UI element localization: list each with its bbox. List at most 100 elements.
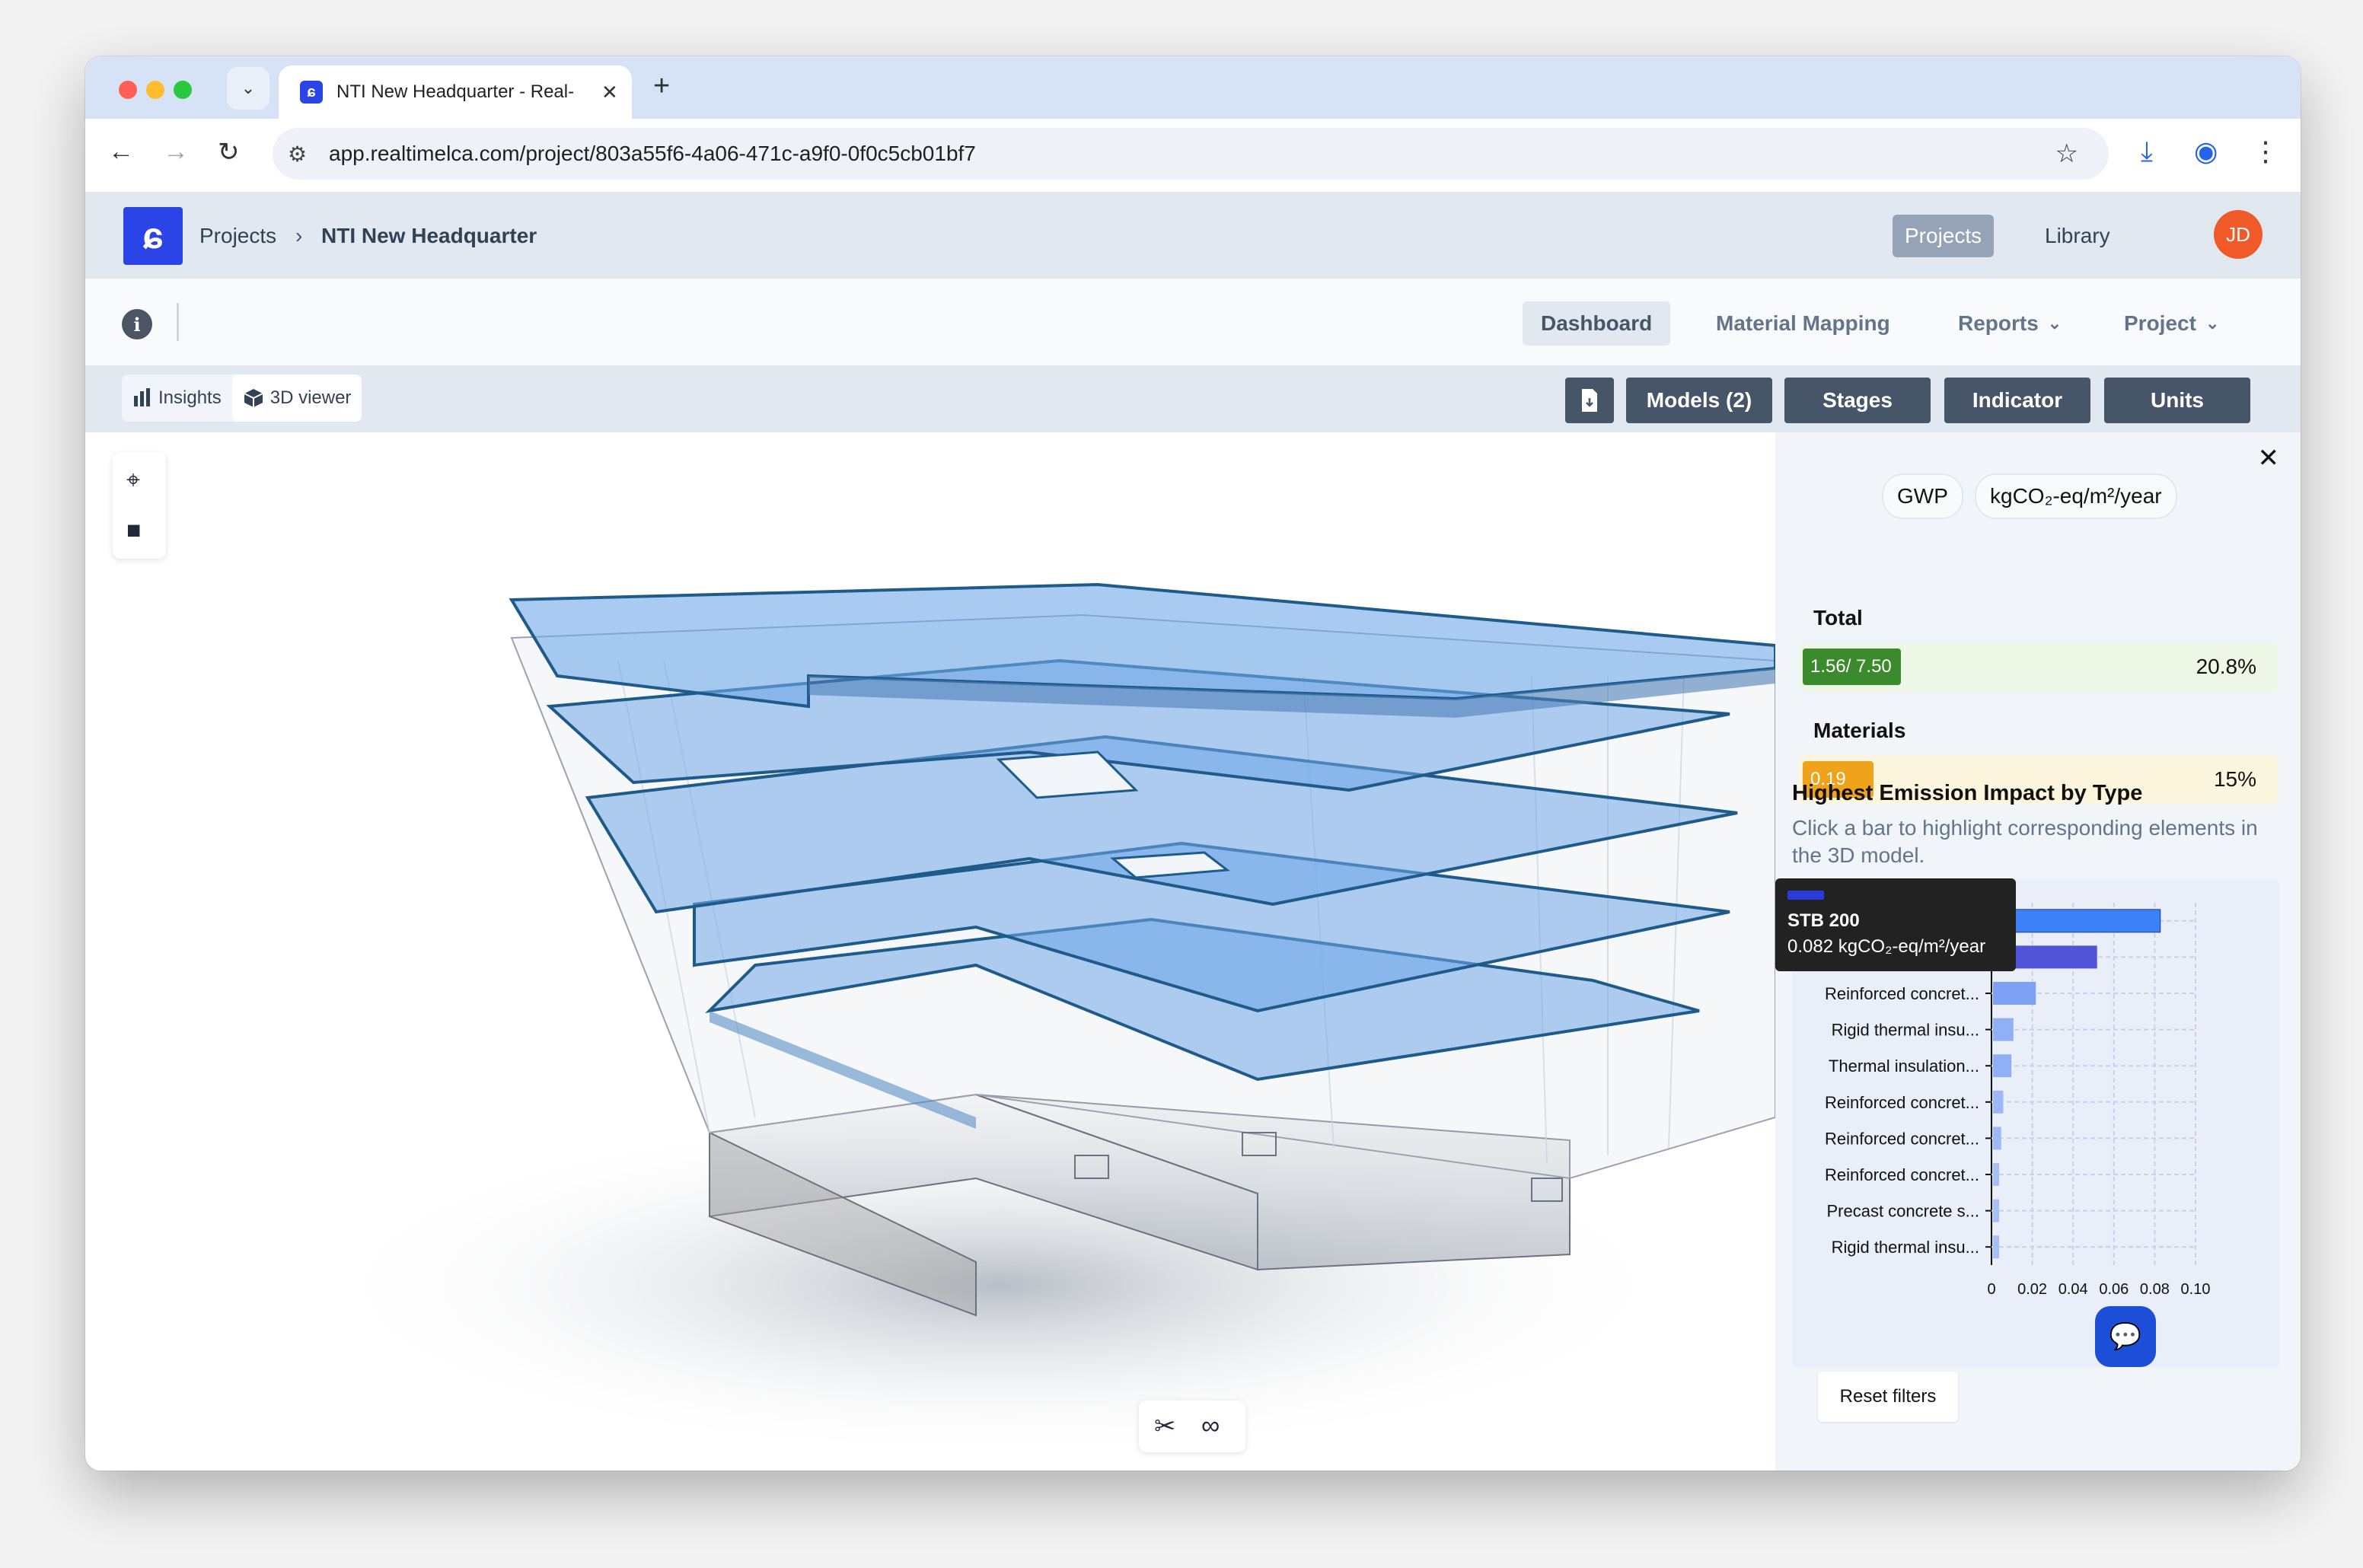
browser-window: ⌄ ɕ NTI New Headquarter - Real- ✕ + ← → … xyxy=(85,56,2301,1471)
chart-bar[interactable] xyxy=(1993,1018,2014,1041)
total-percent: 20.8% xyxy=(2196,655,2256,678)
export-file-button[interactable] xyxy=(1565,378,1614,423)
info-icon[interactable]: i xyxy=(122,309,152,339)
bookmark-star-icon[interactable]: ☆ xyxy=(2055,139,2078,169)
chevron-down-icon: ⌄ xyxy=(2047,314,2062,333)
indicator-pill[interactable]: GWP xyxy=(1882,473,1963,519)
units-button[interactable]: Units xyxy=(2104,378,2250,423)
chat-icon[interactable]: 💬 xyxy=(2095,1306,2156,1367)
tooltip-swatch xyxy=(1787,891,1824,900)
total-label: Total xyxy=(1813,606,1863,629)
forward-arrow-icon[interactable]: → xyxy=(163,137,189,167)
site-favicon-icon: ɕ xyxy=(300,81,323,104)
chart-bar[interactable] xyxy=(1993,1163,2000,1186)
close-window-button[interactable] xyxy=(119,81,137,99)
category-label: Reinforced concret... xyxy=(1825,1129,1979,1148)
tab-reports-label: Reports xyxy=(1958,311,2039,335)
project-subnav: i Dashboard Material Mapping Reports ⌄ P… xyxy=(85,279,2301,366)
viewer-bottom-tools: ✂ ∞ xyxy=(1139,1401,1245,1452)
category-label: Thermal insulation... xyxy=(1829,1056,1979,1076)
tab-title: NTI New Headquarter - Real- xyxy=(336,81,575,102)
chevron-down-icon: ⌄ xyxy=(2205,314,2220,333)
view-switcher: Insights 3D viewer xyxy=(122,374,362,422)
x-tick-label: 0.04 xyxy=(2058,1281,2088,1298)
stages-button[interactable]: Stages xyxy=(1784,378,1931,423)
new-tab-plus-icon[interactable]: + xyxy=(653,70,670,103)
nav-projects-button[interactable]: Projects xyxy=(1893,215,1995,257)
tooltip-value: 0.082 kgCO₂-eq/m²/year xyxy=(1787,936,1986,957)
chart-bar[interactable] xyxy=(1993,1090,2004,1114)
x-tick-label: 0.08 xyxy=(2140,1281,2170,1298)
viewer-side-tools: ⌖ ■ xyxy=(113,452,166,559)
tab-search-chevron-icon[interactable]: ⌄ xyxy=(227,67,269,110)
download-icon[interactable]: ⤓ xyxy=(2141,135,2153,168)
browser-address-row: ← → ↻ ⚙ app.realtimelca.com/project/803a… xyxy=(85,119,2301,192)
unit-pill[interactable]: kgCO₂-eq/m²/year xyxy=(1975,473,2177,519)
tab-material-mapping[interactable]: Material Mapping xyxy=(1698,301,1909,346)
chart-tooltip: STB 200 0.082 kgCO₂-eq/m²/year xyxy=(1775,878,2016,971)
indicator-button[interactable]: Indicator xyxy=(1944,378,2090,423)
cube-icon xyxy=(244,389,263,407)
bar-chart-icon xyxy=(134,388,150,406)
reset-filters-button[interactable]: Reset filters xyxy=(1818,1372,1958,1422)
glasses-icon[interactable]: ∞ xyxy=(1201,1411,1220,1441)
chart-bar[interactable] xyxy=(1993,1235,2000,1259)
materials-label: Materials xyxy=(1813,719,1906,742)
chart-bar[interactable] xyxy=(1993,982,2036,1005)
back-arrow-icon[interactable]: ← xyxy=(108,137,134,167)
3d-viewer-label: 3D viewer xyxy=(269,387,352,408)
file-download-icon xyxy=(1582,389,1597,412)
x-tick-label: 0.02 xyxy=(2017,1281,2047,1298)
user-avatar[interactable]: JD xyxy=(2214,210,2263,259)
tab-project[interactable]: Project ⌄ xyxy=(2106,301,2237,346)
category-label: Rigid thermal insu... xyxy=(1832,1021,1979,1040)
url-bar[interactable]: ⚙ app.realtimelca.com/project/803a55f6-4… xyxy=(273,128,2109,180)
x-tick-label: 0.06 xyxy=(2099,1281,2129,1298)
profile-icon[interactable]: ◉ xyxy=(2194,135,2218,167)
scissors-section-icon[interactable]: ✂ xyxy=(1154,1411,1176,1442)
divider xyxy=(177,303,179,341)
category-label: Reinforced concret... xyxy=(1825,1093,1979,1112)
browser-menu-icon[interactable]: ⋮ xyxy=(2252,135,2279,167)
breadcrumb-chevron-icon: › xyxy=(295,224,303,247)
reload-icon[interactable]: ↻ xyxy=(218,137,240,167)
total-meter: 1.56/ 7.50 20.8% xyxy=(1798,642,2278,691)
app-logo-icon[interactable]: ɕ xyxy=(123,207,183,265)
tab-dashboard[interactable]: Dashboard xyxy=(1523,301,1671,346)
category-label: Rigid thermal insu... xyxy=(1832,1238,1979,1257)
3d-viewer-tab[interactable]: 3D viewer xyxy=(231,374,362,422)
url-text[interactable]: app.realtimelca.com/project/803a55f6-4a0… xyxy=(329,142,976,166)
chart-bar[interactable] xyxy=(1993,1127,2001,1150)
site-settings-icon[interactable]: ⚙ xyxy=(288,142,307,167)
tab-close-icon[interactable]: ✕ xyxy=(601,81,618,104)
chart-bar[interactable] xyxy=(1993,1199,2000,1222)
emission-chart-subtitle: Click a bar to highlight corresponding e… xyxy=(1792,816,2258,867)
chart-bar[interactable] xyxy=(1993,1054,2012,1078)
tooltip-name: STB 200 xyxy=(1787,910,1860,931)
close-panel-icon[interactable]: ✕ xyxy=(2258,443,2280,473)
category-label: Reinforced concret... xyxy=(1825,1165,1979,1184)
crosshair-icon[interactable]: ⌖ xyxy=(126,466,140,495)
3d-viewer-canvas[interactable]: ⌖ ■ ✂ ∞ xyxy=(85,432,1775,1471)
category-label: Reinforced concret... xyxy=(1825,984,1979,1003)
models-button[interactable]: Models (2) xyxy=(1626,378,1772,423)
camera-icon[interactable]: ■ xyxy=(126,516,141,544)
browser-tab-active[interactable]: ɕ NTI New Headquarter - Real- ✕ xyxy=(279,65,632,119)
category-label: Precast concrete s... xyxy=(1826,1202,1979,1221)
x-tick-label: 0.10 xyxy=(2181,1281,2211,1298)
breadcrumb-current: NTI New Headquarter xyxy=(321,224,537,247)
minimize-window-button[interactable] xyxy=(146,81,164,99)
viewer-toolbar: Insights 3D viewer Models (2) Stages Ind… xyxy=(85,365,2301,432)
nav-library-button[interactable]: Library xyxy=(2033,215,2122,257)
tab-reports[interactable]: Reports ⌄ xyxy=(1940,301,2080,346)
tab-project-label: Project xyxy=(2124,311,2196,335)
browser-tab-bar: ⌄ ɕ NTI New Headquarter - Real- ✕ + xyxy=(85,56,2301,119)
insights-label: Insights xyxy=(158,387,222,408)
breadcrumb-projects[interactable]: Projects xyxy=(199,224,276,248)
chart-bar[interactable] xyxy=(1992,909,2161,933)
building-3d-model[interactable] xyxy=(85,432,1775,1471)
insights-tab[interactable]: Insights xyxy=(122,374,232,422)
x-tick-label: 0 xyxy=(1987,1281,1995,1298)
app-header: ɕ Projects › NTI New Headquarter Project… xyxy=(85,192,2301,279)
maximize-window-button[interactable] xyxy=(174,81,192,99)
